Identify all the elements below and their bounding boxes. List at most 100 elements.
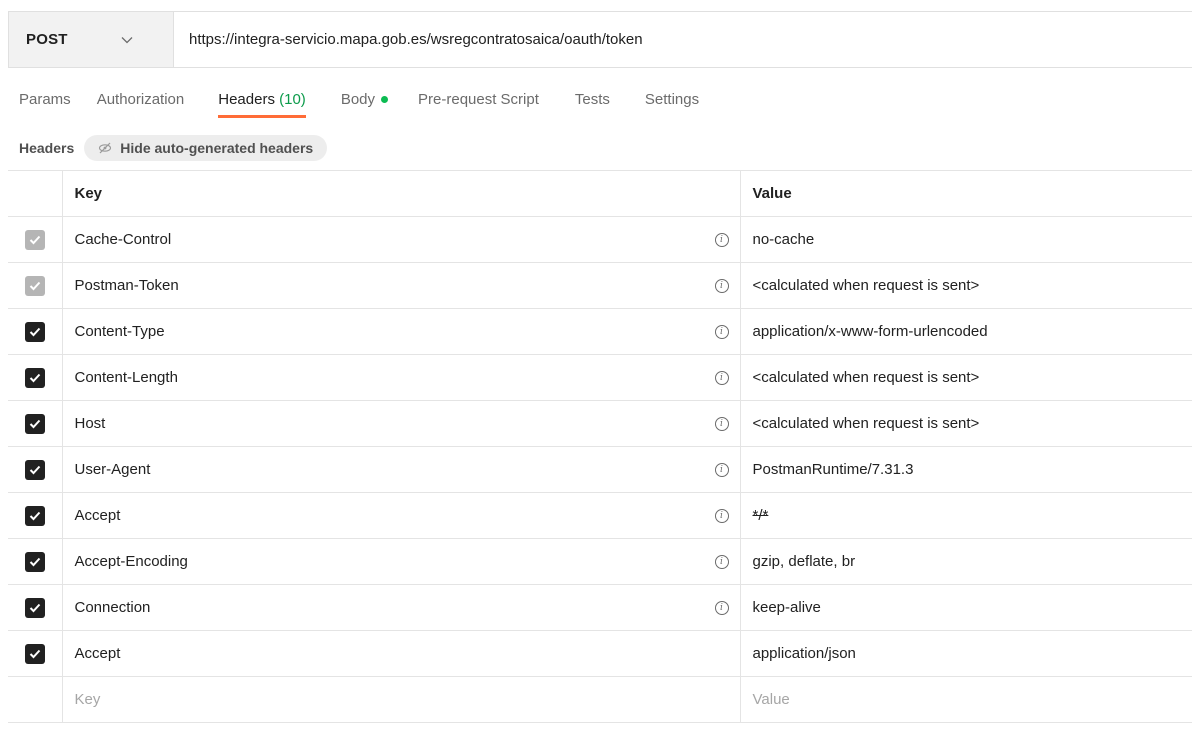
tab-settings[interactable]: Settings bbox=[645, 91, 699, 118]
checkbox-disabled-icon bbox=[24, 229, 45, 250]
row-checkbox-cell bbox=[8, 630, 63, 677]
eye-slash-icon bbox=[99, 142, 112, 154]
checkbox-checked-icon[interactable] bbox=[24, 597, 45, 618]
tab-headers-label: Headers bbox=[218, 91, 275, 108]
headers-subbar: Headers Hide auto-generated headers bbox=[19, 135, 328, 161]
info-icon[interactable]: i bbox=[714, 462, 729, 477]
table-row: Accept-Encoding i gzip, deflate, br bbox=[8, 538, 1192, 585]
header-key: Accept-Encoding bbox=[74, 553, 188, 570]
info-icon[interactable]: i bbox=[714, 508, 729, 523]
hide-auto-generated-headers-button[interactable]: Hide auto-generated headers bbox=[84, 135, 328, 161]
checkbox-checked-icon[interactable] bbox=[24, 551, 45, 572]
checkbox-checked-icon[interactable] bbox=[24, 413, 45, 434]
tab-body-label: Body bbox=[340, 91, 376, 108]
value-column-header: Value bbox=[740, 170, 1192, 217]
header-key: User-Agent bbox=[74, 461, 151, 478]
table-row: Accept application/json bbox=[8, 630, 1192, 677]
header-value-cell[interactable]: keep-alive bbox=[740, 584, 1192, 631]
active-tab-indicator bbox=[218, 115, 306, 118]
row-checkbox-cell bbox=[8, 262, 63, 309]
header-key-cell[interactable]: Content-Length i bbox=[62, 354, 741, 401]
headers-section-title: Headers bbox=[19, 140, 75, 156]
table-row: Postman-Token i <calculated when request … bbox=[8, 262, 1192, 309]
info-icon[interactable]: i bbox=[714, 324, 729, 339]
header-key-cell[interactable]: User-Agent i bbox=[62, 446, 741, 493]
info-icon[interactable]: i bbox=[714, 370, 729, 385]
table-row: User-Agent i PostmanRuntime/7.31.3 bbox=[8, 446, 1192, 493]
checkbox-disabled-icon bbox=[24, 275, 45, 296]
tab-headers-count: (10) bbox=[279, 91, 306, 108]
tab-tests[interactable]: Tests bbox=[575, 91, 610, 118]
header-key-cell[interactable]: Accept-Encoding i bbox=[62, 538, 741, 585]
header-value-cell[interactable]: gzip, deflate, br bbox=[740, 538, 1192, 585]
header-value-cell[interactable]: <calculated when request is sent> bbox=[740, 262, 1192, 309]
body-indicator-dot-icon bbox=[381, 95, 389, 103]
header-key: Content-Type bbox=[74, 323, 165, 340]
header-key-cell[interactable]: Cache-Control i bbox=[62, 216, 741, 263]
checkbox-checked-icon[interactable] bbox=[24, 321, 45, 342]
tab-body[interactable]: Body bbox=[340, 91, 389, 118]
request-url-bar: POST https://integra-servicio.mapa.gob.e… bbox=[8, 11, 1192, 68]
table-row-new: Key Value bbox=[8, 676, 1192, 723]
tab-params[interactable]: Params bbox=[19, 91, 71, 118]
check-column-header bbox=[8, 170, 63, 217]
info-icon[interactable]: i bbox=[714, 232, 729, 247]
info-icon[interactable]: i bbox=[714, 278, 729, 293]
chevron-down-icon bbox=[120, 33, 134, 47]
header-key: Accept bbox=[74, 645, 121, 662]
tab-pre-request-script[interactable]: Pre-request Script bbox=[418, 91, 539, 118]
header-key-cell[interactable]: Content-Type i bbox=[62, 308, 741, 355]
header-key-cell[interactable]: Accept bbox=[62, 630, 741, 677]
row-checkbox-cell bbox=[8, 216, 63, 263]
header-key: Host bbox=[74, 415, 106, 432]
header-value-cell[interactable]: */* bbox=[740, 492, 1192, 539]
row-checkbox-cell bbox=[8, 676, 63, 723]
hide-auto-generated-headers-label: Hide auto-generated headers bbox=[120, 140, 314, 156]
table-row: Connection i keep-alive bbox=[8, 584, 1192, 631]
header-key-cell[interactable]: Host i bbox=[62, 400, 741, 447]
header-key: Connection bbox=[74, 599, 151, 616]
checkbox-checked-icon[interactable] bbox=[24, 459, 45, 480]
header-value-cell[interactable]: <calculated when request is sent> bbox=[740, 400, 1192, 447]
checkbox-checked-icon[interactable] bbox=[24, 505, 45, 526]
table-row: Host i <calculated when request is sent> bbox=[8, 400, 1192, 447]
info-icon[interactable]: i bbox=[714, 600, 729, 615]
info-icon[interactable]: i bbox=[714, 416, 729, 431]
new-key-input[interactable]: Key bbox=[62, 676, 741, 723]
row-checkbox-cell bbox=[8, 308, 63, 355]
header-key: Content-Length bbox=[74, 369, 178, 386]
table-row: Content-Type i application/x-www-form-url… bbox=[8, 308, 1192, 355]
info-icon[interactable]: i bbox=[714, 554, 729, 569]
tab-authorization[interactable]: Authorization bbox=[97, 91, 185, 118]
table-header-row: Key Value bbox=[8, 170, 1192, 217]
header-value-cell[interactable]: application/x-www-form-urlencoded bbox=[740, 308, 1192, 355]
request-tabs: Params Authorization Headers (10) Body P… bbox=[19, 91, 699, 123]
row-checkbox-cell bbox=[8, 584, 63, 631]
row-checkbox-cell bbox=[8, 538, 63, 585]
header-value-cell[interactable]: PostmanRuntime/7.31.3 bbox=[740, 446, 1192, 493]
method-select[interactable]: POST bbox=[9, 12, 174, 67]
tab-headers[interactable]: Headers (10) bbox=[218, 91, 306, 118]
row-checkbox-cell bbox=[8, 492, 63, 539]
row-checkbox-cell bbox=[8, 400, 63, 447]
table-row: Cache-Control i no-cache bbox=[8, 216, 1192, 263]
header-key-cell[interactable]: Connection i bbox=[62, 584, 741, 631]
row-checkbox-cell bbox=[8, 354, 63, 401]
header-key-cell[interactable]: Postman-Token i bbox=[62, 262, 741, 309]
new-value-input[interactable]: Value bbox=[740, 676, 1192, 723]
header-value-cell[interactable]: application/json bbox=[740, 630, 1192, 677]
table-row: Content-Length i <calculated when request… bbox=[8, 354, 1192, 401]
header-key: Postman-Token bbox=[74, 277, 179, 294]
checkbox-checked-icon[interactable] bbox=[24, 367, 45, 388]
checkbox-checked-icon[interactable] bbox=[24, 643, 45, 664]
header-key-cell[interactable]: Accept i bbox=[62, 492, 741, 539]
row-checkbox-cell bbox=[8, 446, 63, 493]
url-input[interactable]: https://integra-servicio.mapa.gob.es/wsr… bbox=[174, 12, 1192, 67]
header-value-cell[interactable]: no-cache bbox=[740, 216, 1192, 263]
header-value-cell[interactable]: <calculated when request is sent> bbox=[740, 354, 1192, 401]
header-key: Accept bbox=[74, 507, 121, 524]
headers-table: Key Value Cache-Control i no-cache Postma… bbox=[8, 170, 1192, 723]
key-column-header: Key bbox=[62, 170, 741, 217]
table-row: Accept i */* bbox=[8, 492, 1192, 539]
method-label: POST bbox=[26, 31, 68, 48]
